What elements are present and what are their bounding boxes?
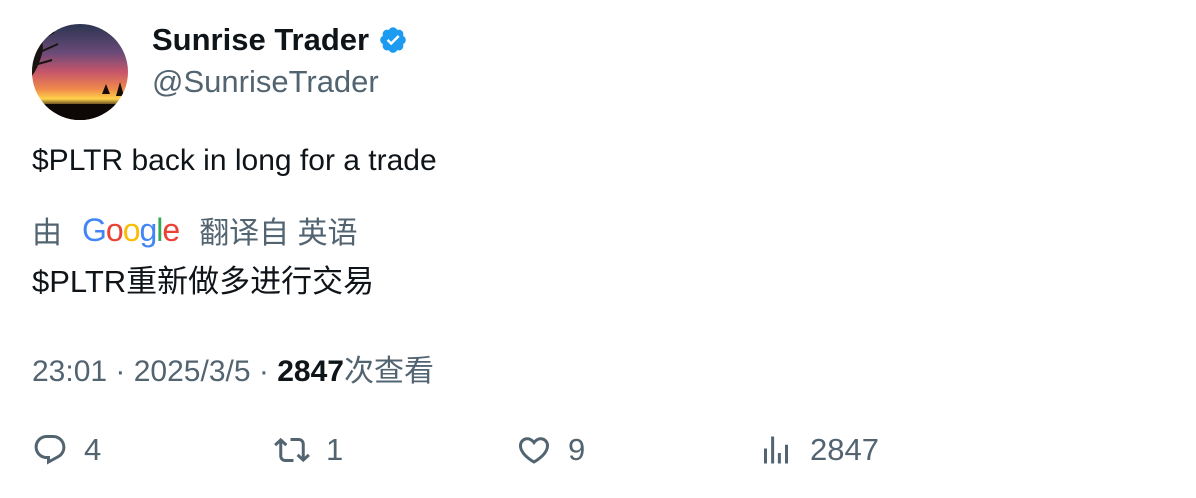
- retweet-count: 1: [326, 432, 344, 467]
- views-button[interactable]: 2847: [758, 432, 879, 468]
- analytics-icon: [764, 436, 788, 464]
- translation-prefix: 由: [32, 217, 62, 250]
- google-logo-icon: Google: [82, 211, 180, 248]
- views-label: 次查看: [343, 355, 434, 388]
- author-name-row[interactable]: Sunrise Trader: [152, 22, 408, 58]
- retweet-icon: [274, 437, 310, 463]
- like-button[interactable]: 9: [516, 432, 585, 468]
- sunset-avatar-image: [32, 24, 128, 120]
- author-handle[interactable]: @SunriseTrader: [152, 64, 379, 100]
- tweet-meta: 23:01 · 2025/3/5 · 2847次查看: [32, 346, 434, 390]
- translated-tweet-text: $PLTR重新做多进行交易: [32, 264, 375, 299]
- tweet-text: $PLTR back in long for a trade: [32, 144, 437, 177]
- verified-badge-icon[interactable]: [378, 25, 408, 55]
- meta-separator: ·: [258, 355, 278, 388]
- heart-icon: [518, 437, 550, 464]
- meta-separator: ·: [115, 355, 134, 388]
- avatar[interactable]: [32, 24, 128, 120]
- reply-count: 4: [84, 432, 102, 467]
- reply-button[interactable]: 4: [32, 432, 101, 468]
- view-count: 2847: [277, 355, 344, 388]
- like-count: 9: [568, 432, 586, 467]
- author-display-name[interactable]: Sunrise Trader: [152, 22, 369, 58]
- translation-suffix: 翻译自 英语: [199, 217, 358, 250]
- retweet-button[interactable]: 1: [274, 432, 343, 468]
- tweet-time[interactable]: 23:01: [32, 355, 107, 388]
- reply-icon: [34, 435, 66, 465]
- translation-attribution: 由 Google 翻译自 英语: [32, 208, 358, 252]
- views-action-count: 2847: [810, 432, 879, 467]
- tweet-date[interactable]: 2025/3/5: [134, 355, 251, 388]
